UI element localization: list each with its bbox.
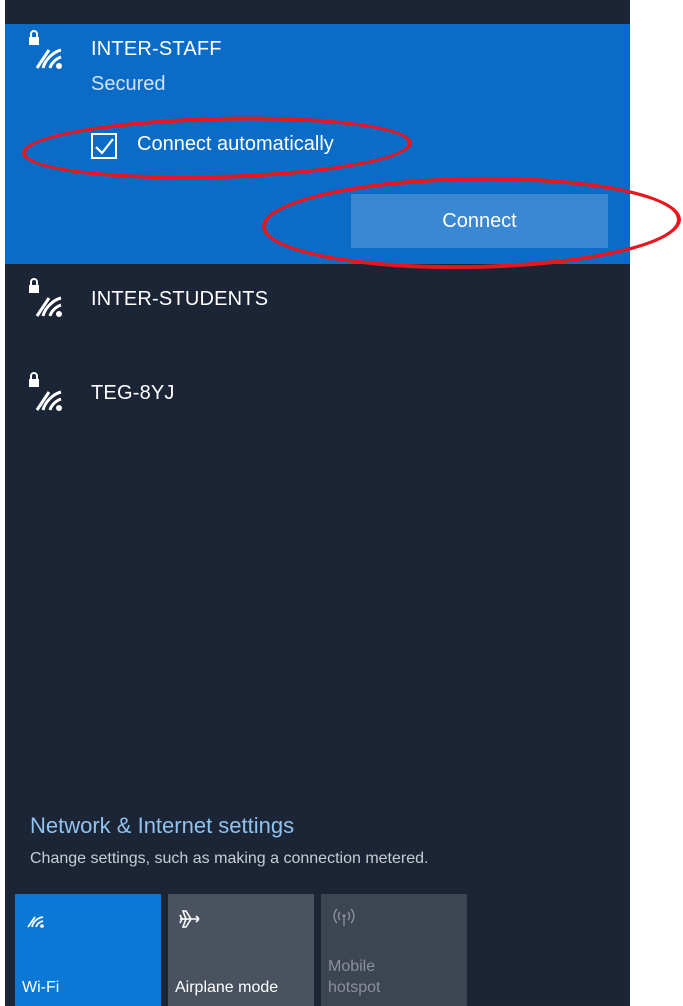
wifi-icon [24,906,48,935]
hotspot-label-line1: Mobile [328,958,376,975]
wifi-secured-icon [23,28,69,74]
network-list-item[interactable]: INTER-STUDENTS [5,268,630,338]
network-flyout: INTER-STAFF Secured Connect automaticall… [5,0,630,1006]
flyout-top-strip [5,0,630,24]
connect-button[interactable]: Connect [351,194,608,248]
wifi-secured-icon [23,370,69,416]
checkmark-icon [95,138,114,155]
wifi-tile-label: Wi-Fi [22,979,60,996]
network-name: INTER-STUDENTS [91,288,269,310]
auto-connect-checkbox[interactable] [91,133,117,159]
auto-connect-label[interactable]: Connect automatically [137,133,334,156]
network-settings-link[interactable]: Network & Internet settings [30,813,294,839]
network-name: TEG-8YJ [91,382,175,404]
wifi-secured-icon [23,276,69,322]
hotspot-label-line2: hotspot [328,979,381,996]
airplane-icon [177,906,203,937]
mobile-hotspot-icon [330,906,358,935]
selected-network-name: INTER-STAFF [91,38,222,60]
selected-network-status: Secured [91,73,166,95]
wifi-toggle-tile[interactable]: Wi-Fi [15,894,161,1006]
network-list-item[interactable]: TEG-8YJ [5,362,630,432]
mobile-hotspot-tile[interactable]: Mobile hotspot [321,894,467,1006]
airplane-tile-label: Airplane mode [175,979,279,996]
airplane-mode-tile[interactable]: Airplane mode [168,894,314,1006]
network-settings-description: Change settings, such as making a connec… [30,850,429,867]
hotspot-tile-label: Mobile hotspot [328,956,380,998]
